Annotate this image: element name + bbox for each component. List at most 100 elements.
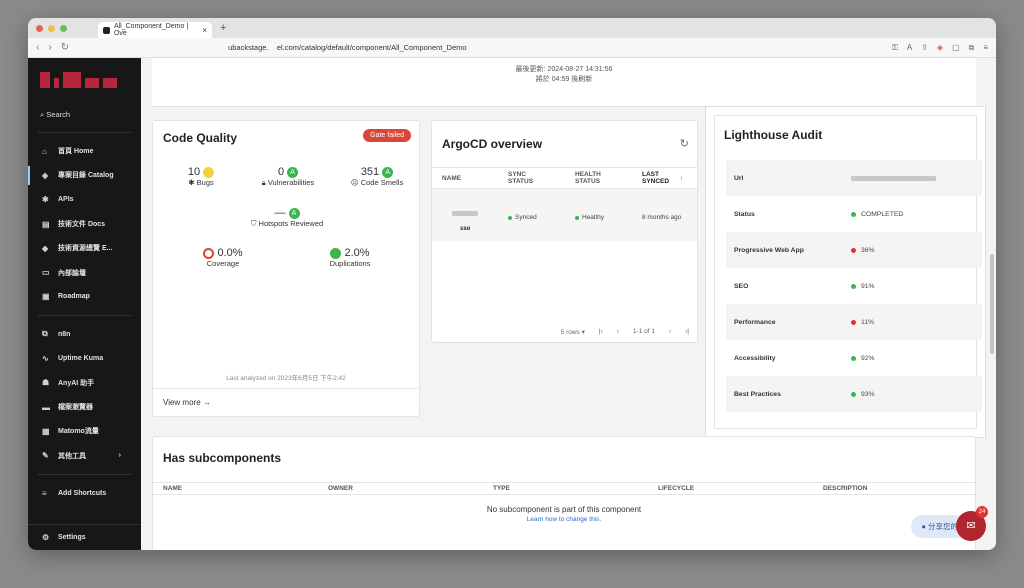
scrollbar[interactable] xyxy=(990,254,994,354)
key-icon[interactable]: ⚿ xyxy=(892,43,898,53)
refresh-icon[interactable]: ↻ xyxy=(680,137,689,150)
menu-icon[interactable]: ≡ xyxy=(983,43,988,53)
column-header-sync[interactable]: SYNC STATUS xyxy=(508,171,542,185)
lh-row-status: Status COMPLETED xyxy=(726,196,982,232)
sidebar-item-settings[interactable]: ⚙ Settings xyxy=(28,524,141,550)
column-header-health[interactable]: HEALTH STATUS xyxy=(575,171,611,185)
sidebar-item-label: Roadmap xyxy=(58,293,90,301)
lh-value: COMPLETED xyxy=(861,210,904,218)
translate-icon[interactable]: A xyxy=(907,43,912,53)
code-smells-grade: A xyxy=(382,166,394,178)
new-tab-icon[interactable]: + xyxy=(220,22,226,34)
lh-key: Accessibility xyxy=(734,354,776,362)
sidebar: ⌕ Search ⌂ 首頁 Home ◈ 專案目錄 Catalog ✱ APIs ▤ 技… xyxy=(28,58,141,550)
back-icon[interactable]: ‹ xyxy=(36,42,39,53)
bugs-metric[interactable]: 10 ✱ Bugs xyxy=(171,166,231,187)
app-name[interactable]: sso xyxy=(460,226,470,232)
url-value-redacted[interactable] xyxy=(851,175,936,181)
close-window-icon[interactable] xyxy=(36,24,43,32)
sidebar-item-n8n[interactable]: ⧉ n8n xyxy=(28,322,141,346)
last-page-icon[interactable]: ›| xyxy=(685,328,689,336)
shortcuts-icon: ≡ xyxy=(42,488,47,498)
wrench-icon: ✎ xyxy=(42,451,49,461)
reload-icon[interactable]: ↻ xyxy=(61,42,69,53)
bug-icon: ✱ xyxy=(188,178,195,187)
minimize-window-icon[interactable] xyxy=(48,24,55,32)
duplications-metric[interactable]: 2.0% Duplications xyxy=(315,247,385,268)
column-header-name[interactable]: NAME xyxy=(163,485,182,492)
learn-more-link[interactable]: Learn how to change this. xyxy=(153,516,975,523)
code-smells-metric[interactable]: 351 A ☹ Code Smells xyxy=(343,166,411,187)
share-icon[interactable]: ⇪ xyxy=(921,43,928,53)
sidebar-item-docs[interactable]: ▤ 技術文件 Docs xyxy=(28,212,141,236)
sidebar-item-label: 檔案瀏覽器 xyxy=(58,404,93,412)
empty-state-text: No subcomponent is part of this componen… xyxy=(486,505,642,514)
sidebar-item-label: AnyAI 助手 xyxy=(58,379,95,387)
maximize-window-icon[interactable] xyxy=(60,24,67,32)
shield-icon: ⛉ xyxy=(250,219,257,228)
column-header-type[interactable]: TYPE xyxy=(493,485,510,492)
sidebar-item-label: 專案目錄 Catalog xyxy=(58,172,114,180)
coverage-ring-icon xyxy=(203,247,215,259)
logo[interactable] xyxy=(40,72,130,92)
sidebar-item-apis[interactable]: ✱ APIs xyxy=(28,188,141,212)
sidebar-item-label: Matomo流量 xyxy=(58,428,99,436)
smiley-icon: ☹ xyxy=(350,178,359,187)
sidebar-item-catalog[interactable]: ◈ 專案目錄 Catalog xyxy=(28,163,141,187)
search-icon: ⌕ xyxy=(40,110,45,119)
sidebar-item-forum[interactable]: ▭ 內部論壇 xyxy=(28,260,141,284)
sidebar-search[interactable]: ⌕ Search xyxy=(40,110,141,120)
sidebar-item-home[interactable]: ⌂ 首頁 Home xyxy=(28,139,141,163)
bugs-grade-icon xyxy=(203,166,215,178)
coverage-metric[interactable]: 0.0% Coverage xyxy=(188,247,258,268)
tab-title: All_Component_Demo | Ove xyxy=(113,23,189,37)
sidebar-item-add-shortcuts[interactable]: ≡ Add Shortcuts xyxy=(28,481,141,505)
column-header-name[interactable]: NAME xyxy=(442,175,461,182)
column-header-description[interactable]: DESCRIPTION xyxy=(823,485,867,492)
hotspots-metric[interactable]: — A ⛉ Hotspots Reviewed xyxy=(237,207,337,229)
uptime-icon: ∿ xyxy=(42,354,49,364)
sidebar-item-matomo[interactable]: ▦ Matomo流量 xyxy=(28,419,141,443)
shield-icon[interactable]: ◈ xyxy=(937,43,943,53)
sidebar-item-explore[interactable]: ◆ 技術資源總覽 E... xyxy=(28,236,141,260)
sidebar-item-label: 技術文件 Docs xyxy=(58,221,106,229)
url-field[interactable]: ubackstage. el.com/catalog/default/compo… xyxy=(228,43,466,52)
coverage-label: Coverage xyxy=(206,259,240,268)
status-dot-icon xyxy=(851,319,856,325)
close-tab-icon[interactable]: × xyxy=(202,26,207,35)
sidebar-item-roadmap[interactable]: ▣ Roadmap xyxy=(28,285,141,309)
column-header-lifecycle[interactable]: LIFECYCLE xyxy=(658,485,694,492)
extensions-icon[interactable]: ⧉ xyxy=(969,43,975,53)
n8n-icon: ⧉ xyxy=(42,329,48,339)
column-header-owner[interactable]: OWNER xyxy=(328,485,353,492)
lh-row-accessibility: Accessibility 92% xyxy=(726,340,982,376)
chevron-right-icon: › xyxy=(118,452,121,460)
first-page-icon[interactable]: |‹ xyxy=(599,328,603,336)
sidebar-item-file-browser[interactable]: ▬ 檔案瀏覽器 xyxy=(28,395,141,419)
prev-page-icon[interactable]: ‹ xyxy=(617,328,619,336)
forward-icon[interactable]: › xyxy=(48,42,51,53)
sidebar-toggle-icon[interactable]: ▢ xyxy=(952,43,960,53)
sidebar-item-label: 技術資源總覽 E... xyxy=(58,245,113,253)
bot-icon: ☗ xyxy=(42,378,50,388)
sidebar-item-label: Settings xyxy=(58,534,86,541)
browser-tab[interactable]: All_Component_Demo | Ove × xyxy=(98,22,212,38)
sidebar-item-label: n8n xyxy=(58,330,71,338)
column-header-last-synced[interactable]: LAST SYNCED xyxy=(642,171,676,185)
sort-arrow-icon[interactable]: ↑ xyxy=(680,175,683,182)
search-label: Search xyxy=(46,110,71,119)
lighthouse-title: Lighthouse Audit xyxy=(724,128,823,142)
vulnerabilities-grade: A xyxy=(287,166,299,178)
view-more-link[interactable]: View more → xyxy=(153,388,419,416)
sidebar-item-label: 其他工具 xyxy=(58,452,86,460)
home-icon: ⌂ xyxy=(42,146,47,156)
next-page-icon[interactable]: › xyxy=(669,328,671,336)
rows-per-page-select[interactable]: 5 rows ▾ xyxy=(561,328,585,336)
vulnerabilities-metric[interactable]: 0A 🔒︎ Vulnerabilities xyxy=(253,166,323,188)
synced-dot-icon xyxy=(508,215,512,220)
page-range: 1-1 of 1 xyxy=(632,328,655,335)
subcomponents-header: NAME OWNER TYPE LIFECYCLE DESCRIPTION xyxy=(153,482,975,495)
sidebar-item-anyai[interactable]: ☗ AnyAI 助手 xyxy=(28,371,141,395)
sidebar-item-other-tools[interactable]: ✎ 其他工具 › xyxy=(28,444,141,468)
sidebar-item-uptime-kuma[interactable]: ∿ Uptime Kuma xyxy=(28,346,141,370)
